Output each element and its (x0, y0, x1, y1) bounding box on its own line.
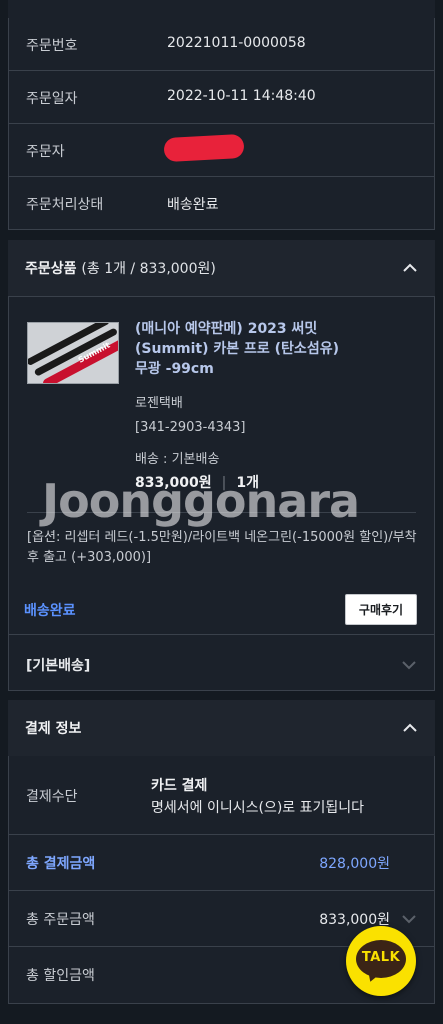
payment-info-title: 결제 정보 (25, 721, 82, 737)
order-info-table: 주문번호 20221011-0000058 주문일자 2022-10-11 14… (8, 18, 435, 230)
chevron-down-icon[interactable] (401, 911, 417, 927)
order-total-label: 총 주문금액 (26, 912, 95, 928)
payment-info-header[interactable]: 결제 정보 (8, 700, 435, 757)
order-number-row: 주문번호 20221011-0000058 (8, 18, 435, 71)
delivery-status-link[interactable]: 배송완료 (24, 600, 76, 620)
order-date-label: 주문일자 (26, 91, 78, 107)
watermark: Joonggonara (42, 474, 360, 528)
order-number-value: 20221011-0000058 (167, 35, 306, 51)
order-status-value: 배송완료 (167, 197, 219, 213)
chevron-up-icon[interactable] (402, 720, 418, 736)
order-status-row: 주문처리상태 배송완료 (8, 177, 435, 230)
chevron-down-icon[interactable] (401, 657, 417, 673)
chevron-up-icon[interactable] (402, 260, 418, 276)
total-payment-label: 총 결제금액 (26, 856, 96, 872)
order-date-row: 주문일자 2022-10-11 14:48:40 (8, 71, 435, 124)
ordered-products-title-text: 주문상품 (25, 261, 77, 277)
top-strip (8, 0, 435, 19)
product-image: Summit (28, 323, 118, 383)
shipping-method: 배송 : 기본배송 (135, 452, 220, 467)
discount-total-label: 총 할인금액 (26, 968, 95, 984)
redaction-mark (163, 133, 245, 163)
payment-method-label: 결제수단 (26, 789, 78, 805)
product-options: [옵션: 리셉터 레드(-1.5만원)/라이트백 네온그린(-15000원 할인… (27, 530, 417, 565)
ordered-products-header[interactable]: 주문상품 (총 1개 / 833,000원) (8, 240, 435, 297)
tracking-number[interactable]: [341-2903-4343] (135, 420, 246, 435)
total-payment-value: 828,000원 (319, 856, 390, 872)
product-thumbnail[interactable]: Summit (27, 322, 119, 384)
order-date-value: 2022-10-11 14:48:40 (167, 88, 316, 104)
total-payment-row: 총 결제금액 828,000원 (8, 835, 435, 891)
orderer-row: 주문자 (8, 124, 435, 177)
product-name[interactable]: (매니아 예약판메) 2023 써밋 (Summit) 카본 프로 (탄소섬유)… (135, 319, 355, 379)
courier-name: 로젠택배 (135, 396, 183, 411)
payment-method-row: 결제수단 카드 결제 명세서에 이니시스(으)로 표기됩니다 (8, 756, 435, 835)
kakao-talk-label: TALK (361, 950, 401, 965)
write-review-button[interactable]: 구매후기 (345, 594, 417, 625)
order-status-label: 주문처리상태 (26, 197, 104, 213)
orderer-label: 주문자 (26, 144, 65, 160)
ordered-products-title: 주문상품 (총 1개 / 833,000원) (25, 258, 216, 278)
kakao-talk-button[interactable]: TALK (346, 926, 416, 996)
order-number-label: 주문번호 (26, 38, 78, 54)
shipping-group-label: [기본배송] (26, 658, 91, 674)
payment-method-name: 카드 결제 (151, 778, 208, 794)
shipping-group-row[interactable]: [기본배송] (9, 634, 434, 691)
payment-method-note: 명세서에 이니시스(으)로 표기됩니다 (151, 800, 365, 816)
ordered-products-summary: (총 1개 / 833,000원) (81, 261, 216, 277)
